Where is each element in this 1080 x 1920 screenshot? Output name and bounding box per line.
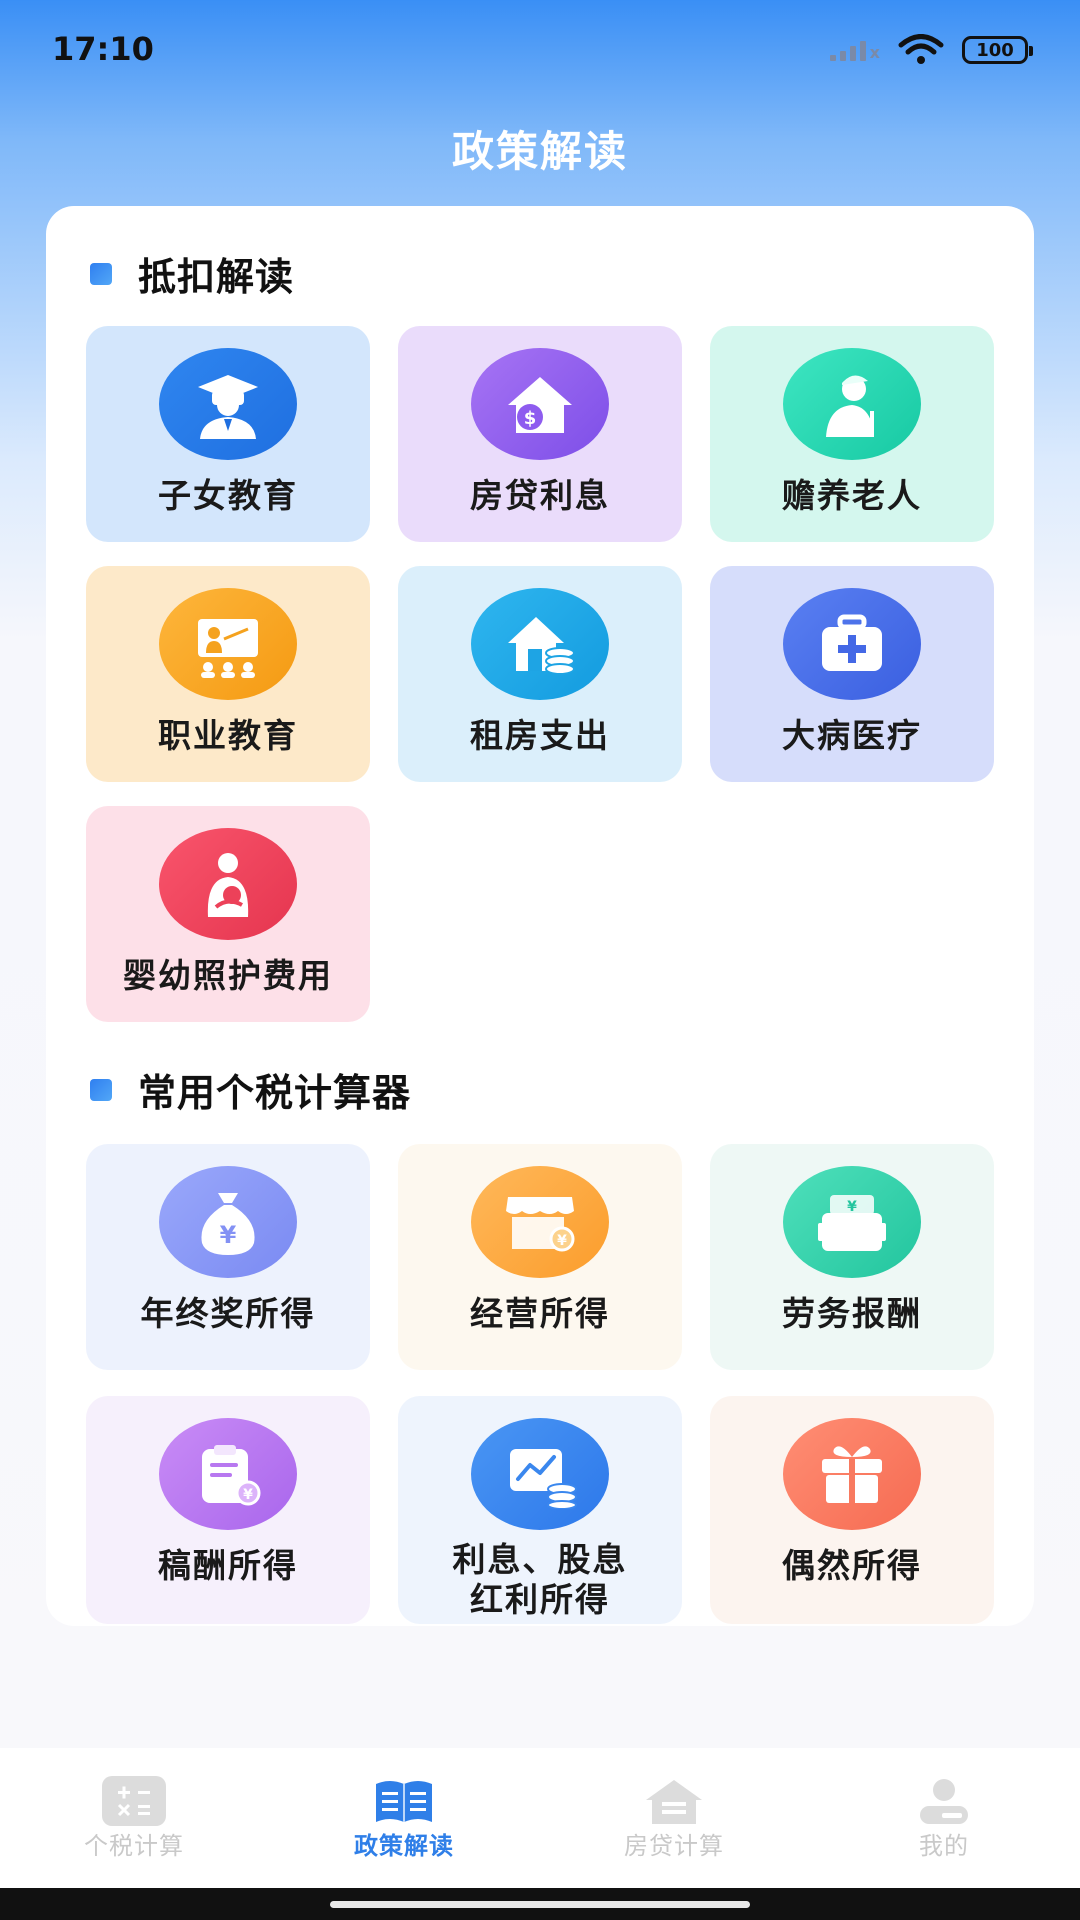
section-header-calculators: 常用个税计算器 (90, 1062, 411, 1117)
section-marker (90, 1078, 112, 1101)
tile-labor-remuneration[interactable]: ¥ 劳务报酬 (710, 1144, 994, 1370)
tile-infant-care[interactable]: 婴幼照护费用 (86, 806, 370, 1022)
money-bag-icon: ¥ (159, 1166, 297, 1278)
tile-label-line1: 利息、股息 (452, 1540, 628, 1579)
shop-icon: ¥ (471, 1166, 609, 1278)
gift-icon (783, 1418, 921, 1530)
svg-text:$: $ (524, 408, 537, 429)
svg-text:¥: ¥ (557, 1233, 567, 1249)
tile-incidental-income[interactable]: 偶然所得 (710, 1396, 994, 1624)
tile-label: 房贷利息 (470, 476, 610, 515)
svg-text:¥: ¥ (847, 1199, 857, 1215)
tile-label: 赡养老人 (782, 476, 922, 515)
page-title: 政策解读 (451, 127, 628, 176)
section-title: 常用个税计算器 (138, 1071, 412, 1115)
home-indicator[interactable] (330, 1901, 750, 1908)
status-bar: 17:10 x 100 (0, 0, 1080, 100)
tile-elderly-support[interactable]: 赡养老人 (710, 326, 994, 542)
house-money-icon: $ (471, 348, 609, 460)
nav-item-tax-calc[interactable]: 个税计算 (24, 1776, 244, 1861)
chart-coins-icon (471, 1418, 609, 1530)
tile-serious-illness[interactable]: 大病医疗 (710, 566, 994, 782)
elderly-icon (783, 348, 921, 460)
tile-rent-expense[interactable]: 租房支出 (398, 566, 682, 782)
tile-label: 利息、股息 红利所得 (453, 1540, 628, 1620)
mother-baby-icon (159, 828, 297, 940)
house-icon (642, 1776, 706, 1826)
section-header-deductions: 抵扣解读 (90, 246, 294, 301)
nav-item-policy[interactable]: 政策解读 (294, 1776, 514, 1861)
tile-label: 年终奖所得 (140, 1294, 316, 1333)
nav-label: 政策解读 (354, 1832, 454, 1860)
tile-year-end-bonus[interactable]: ¥ 年终奖所得 (86, 1144, 370, 1370)
tile-author-remuneration[interactable]: ¥ 稿酬所得 (86, 1396, 370, 1624)
tile-label-line2: 红利所得 (470, 1580, 610, 1619)
nav-item-mine[interactable]: 我的 (834, 1776, 1054, 1861)
book-icon (372, 1776, 436, 1826)
status-time: 17:10 (52, 30, 154, 68)
tile-label: 婴幼照护费用 (123, 956, 333, 995)
tile-label: 租房支出 (470, 716, 610, 755)
rent-house-coins-icon (471, 588, 609, 700)
wifi-icon (898, 34, 944, 64)
tile-label: 偶然所得 (782, 1546, 922, 1585)
calculator-icon (102, 1776, 166, 1826)
tile-label: 经营所得 (470, 1294, 610, 1333)
status-icons: x 100 (829, 34, 1033, 66)
nav-label: 房贷计算 (624, 1832, 724, 1860)
section-marker (90, 262, 112, 285)
medical-kit-icon (783, 588, 921, 700)
tile-interest-dividend[interactable]: 利息、股息 红利所得 (398, 1396, 682, 1624)
nav-label: 我的 (919, 1832, 969, 1860)
battery-icon: 100 (962, 36, 1033, 64)
bottom-nav: 个税计算 政策解读 房贷计算 我的 (0, 1748, 1080, 1888)
svg-text:¥: ¥ (220, 1221, 237, 1249)
teacher-board-icon (159, 588, 297, 700)
briefcase-yen-icon: ¥ (783, 1166, 921, 1278)
content-card: 抵扣解读 子女教育 $ 房贷利息 赡养老人 职业教育 租房支出 大病医疗 婴幼照… (46, 206, 1034, 1626)
tile-label: 大病医疗 (782, 716, 922, 755)
tile-business-income[interactable]: ¥ 经营所得 (398, 1144, 682, 1370)
svg-text:¥: ¥ (243, 1487, 253, 1503)
section-title: 抵扣解读 (138, 255, 295, 299)
clipboard-yen-icon: ¥ (159, 1418, 297, 1530)
user-icon (912, 1776, 976, 1826)
tile-label: 稿酬所得 (158, 1546, 298, 1585)
tile-mortgage-interest[interactable]: $ 房贷利息 (398, 326, 682, 542)
tile-label: 职业教育 (158, 716, 298, 755)
graduate-icon (159, 348, 297, 460)
tile-label: 子女教育 (158, 476, 298, 515)
tile-child-education[interactable]: 子女教育 (86, 326, 370, 542)
tile-label: 劳务报酬 (782, 1294, 922, 1333)
nav-item-mortgage-calc[interactable]: 房贷计算 (564, 1776, 784, 1861)
tile-vocational-education[interactable]: 职业教育 (86, 566, 370, 782)
nav-label: 个税计算 (84, 1832, 184, 1860)
signal-icon: x (829, 39, 880, 61)
